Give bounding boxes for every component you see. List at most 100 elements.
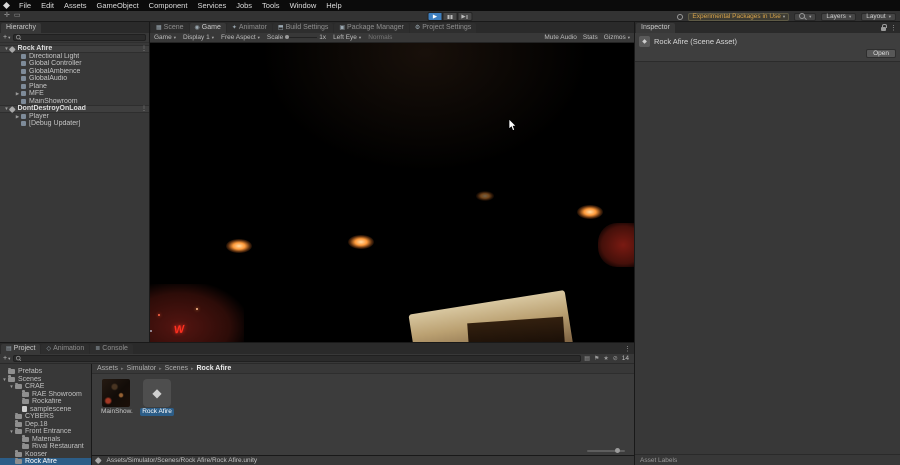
menu-assets[interactable]: Assets [59,0,92,11]
hierarchy-search-input[interactable] [13,34,146,41]
menu-component[interactable]: Component [144,0,193,11]
folder-prefabs[interactable]: Prefabs [0,367,91,376]
kebab-menu-icon[interactable]: ⋮ [890,24,897,32]
services-icon[interactable] [677,13,684,20]
scene-asset-icon: ◆ [639,36,650,47]
search-by-type-icon[interactable]: ▤ [584,355,590,362]
folder-icon [22,442,29,450]
breadcrumb-rock-afire[interactable]: Rock Afire [197,365,232,372]
asset-labels-section[interactable]: Asset Labels [635,454,900,465]
tab-build-settings[interactable]: ⬒ Build Settings [272,23,334,33]
breadcrumb-simulator[interactable]: Simulator [127,365,157,372]
scene-options-icon[interactable]: ⋮ [141,105,147,112]
hierarchy-item-debug-updater[interactable]: [Debug Updater] [0,120,149,128]
breadcrumb-assets[interactable]: Assets [97,365,118,372]
tab-scene[interactable]: ▦ Scene [151,23,189,33]
stats-toggle[interactable]: Stats [583,34,598,41]
hierarchy-item-globalaudio[interactable]: GlobalAudio [0,75,149,83]
hierarchy-item-globalambience[interactable]: GlobalAmbience [0,68,149,76]
aspect-dropdown[interactable]: Free Aspect ▾ [221,34,260,41]
tab-hierarchy[interactable]: Hierarchy [1,23,41,33]
kebab-menu-icon[interactable]: ⋮ [624,345,631,353]
folder-rockafire[interactable]: Rockafire [0,397,91,406]
scale-slider-knob[interactable] [285,35,290,40]
tab-game[interactable]: ◉ Game [189,23,226,33]
folder-rock-afire[interactable]: Rock Afire [0,457,91,465]
tab-package-manager[interactable]: ▣ Package Manager [334,23,409,33]
menu-services[interactable]: Services [192,0,231,11]
menu-file[interactable]: File [14,0,36,11]
folder-front-entrance[interactable]: ▼ Front Entrance [0,427,91,436]
experimental-packages-button[interactable]: Experimental Packages in Use ▾ [688,12,790,21]
search-dropdown[interactable]: ▾ [794,12,817,21]
save-search-icon[interactable]: ★ [603,355,608,362]
hierarchy-scene-dontdestroyonload[interactable]: ▼ DontDestroyOnLoad ⋮ [0,105,149,113]
folder-scenes[interactable]: ▼ Scenes [0,375,91,384]
project-statusbar: Assets/Simulator/Scenes/Rock Afire/Rock … [92,455,634,465]
layout-label: Layout [866,12,886,20]
label: Front Entrance [25,428,72,436]
thumbnail-size-knob[interactable] [615,448,620,454]
tab-inspector[interactable]: Inspector [636,23,675,33]
tab-project[interactable]: ▤ Project [1,344,41,354]
folder-kooser[interactable]: Kooser [0,450,91,459]
menu-window[interactable]: Window [285,0,322,11]
breadcrumb-scenes[interactable]: Scenes [165,365,188,372]
hierarchy-item-player[interactable]: ▶ Player [0,113,149,121]
folder-rae-showroom[interactable]: RAE Showroom [0,390,91,399]
search-by-label-icon[interactable]: ⚑ [594,355,599,362]
step-button[interactable]: ▶ [457,12,473,21]
scene-options-icon[interactable]: ⋮ [141,45,147,52]
rect-tool-icon[interactable]: ▭ [14,11,21,21]
folder-rival-restaurant[interactable]: Rival Restaurant [0,442,91,451]
folder-dep-18[interactable]: Dep.18 [0,420,91,429]
folder-samplescene[interactable]: samplescene [0,406,91,414]
gizmos-dropdown[interactable]: Gizmos ▾ [604,34,630,41]
file-icon [22,406,27,413]
menu-help[interactable]: Help [321,0,346,11]
pause-button[interactable] [442,12,458,21]
hierarchy-scene-rock-afire[interactable]: ▼ Rock Afire ⋮ [0,45,149,53]
tab-project-settings[interactable]: ⚙ Project Settings [409,23,477,33]
tab-console[interactable]: ≣ Console [90,344,133,354]
menu-edit[interactable]: Edit [36,0,59,11]
hidden-packages-icon[interactable]: ⊘ [613,355,618,362]
hierarchy-item-global-controller[interactable]: Global Controller [0,60,149,68]
expand-arrow-icon[interactable]: ▼ [8,383,15,390]
play-button[interactable]: ▶ [427,12,443,21]
folder-cybers[interactable]: CYBERS [0,412,91,421]
hierarchy-item-plane[interactable]: Plane [0,83,149,91]
menu-jobs[interactable]: Jobs [231,0,257,11]
folder-materials[interactable]: Materials [0,435,91,444]
project-search-input[interactable] [13,355,582,362]
tab-animation[interactable]: ◇ Animation [41,344,90,354]
menu-tools[interactable]: Tools [257,0,285,11]
expand-arrow-icon[interactable]: ▶ [14,90,21,97]
create-button[interactable]: + ▾ [3,34,10,41]
create-button[interactable]: + ▾ [3,355,10,362]
asset-rock-afire[interactable]: ◆ Rock Afire [140,379,174,416]
hierarchy-item-mfe[interactable]: ▶ MFE [0,90,149,98]
mute-audio-toggle[interactable]: Mute Audio [544,34,577,41]
thumbnail-size-slider[interactable] [587,448,625,454]
tab-animator[interactable]: ✦ Animator [226,23,272,33]
expand-arrow-icon[interactable]: ▼ [1,376,8,383]
scale-slider[interactable] [285,35,318,40]
display-target-dropdown[interactable]: Game ▾ [154,34,176,41]
asset-mainshow[interactable]: MainShow... [99,379,133,416]
open-button[interactable]: Open [866,49,896,58]
layout-dropdown[interactable]: Layout ▾ [861,12,896,21]
display-dropdown[interactable]: Display 1 ▾ [183,34,214,41]
layers-dropdown[interactable]: Layers ▾ [821,12,857,21]
game-viewport[interactable]: W [150,43,634,342]
hierarchy-item-mainshowroom[interactable]: MainShowroom [0,98,149,106]
expand-arrow-icon[interactable]: ▼ [8,428,15,435]
expand-arrow-icon[interactable]: ▶ [14,113,21,120]
lock-icon[interactable] [881,24,887,31]
folder-crae[interactable]: ▼ CRAE [0,382,91,391]
eye-dropdown[interactable]: Left Eye ▾ [333,34,361,41]
menu-gameobject[interactable]: GameObject [92,0,144,11]
hierarchy-item-directional-light[interactable]: Directional Light [0,53,149,61]
move-tool-icon[interactable]: ✛ [4,11,10,21]
normals-toggle[interactable]: Normals [368,34,392,41]
